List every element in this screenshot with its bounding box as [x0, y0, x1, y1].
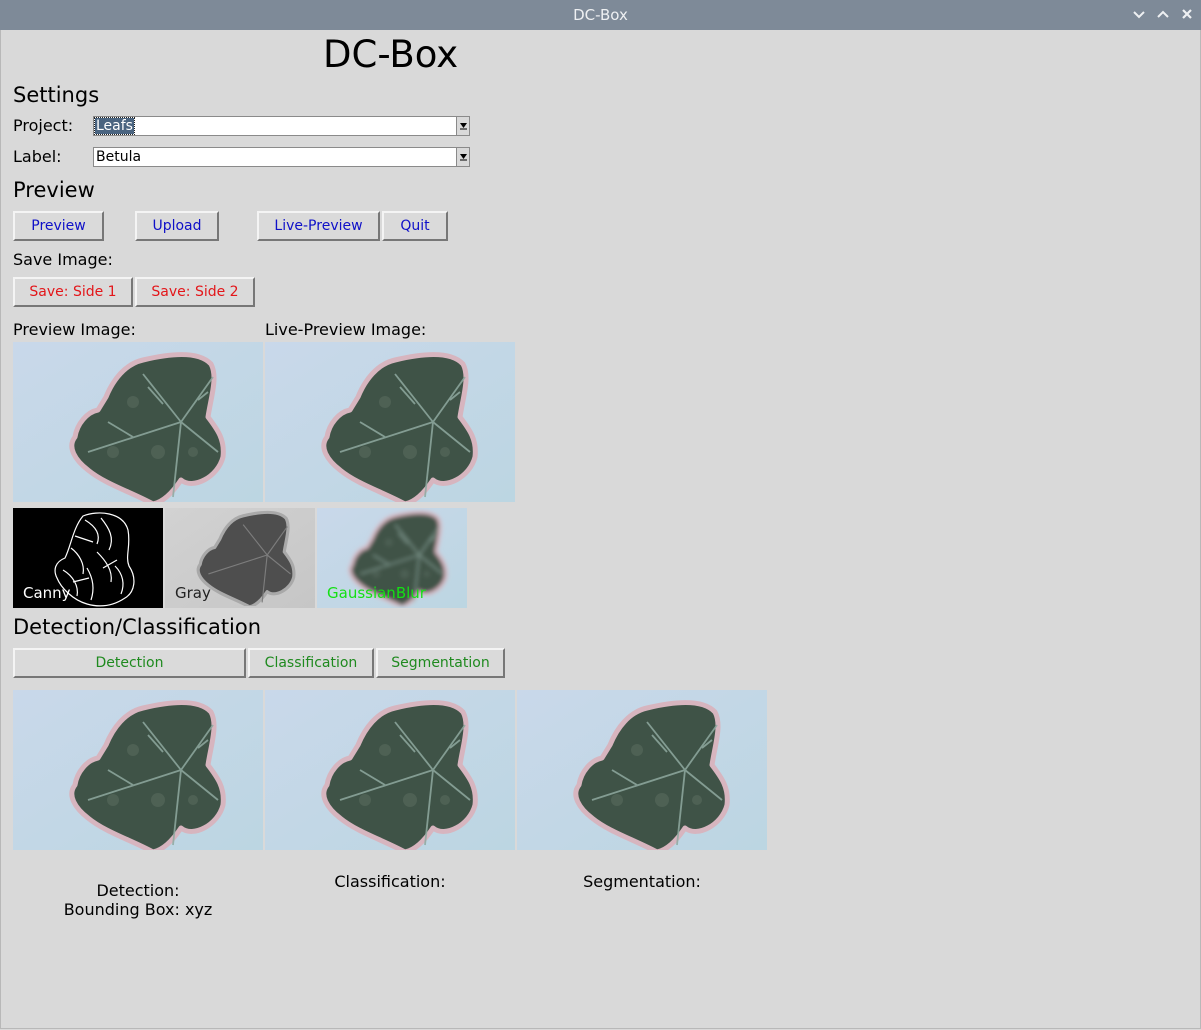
save-side2-button[interactable]: Save: Side 2	[135, 277, 255, 307]
minimize-icon[interactable]	[1130, 5, 1148, 23]
preview-button[interactable]: Preview	[13, 211, 104, 241]
preview-image-label: Preview Image:	[13, 320, 136, 339]
chevron-down-icon[interactable]	[456, 117, 469, 135]
detection-image	[13, 690, 263, 850]
detection-heading: Detection/Classification	[13, 615, 262, 639]
window-titlebar[interactable]: DC-Box	[0, 0, 1201, 30]
live-preview-image-label: Live-Preview Image:	[265, 320, 427, 339]
chevron-down-icon[interactable]	[456, 148, 469, 166]
settings-heading: Settings	[13, 83, 100, 107]
canny-label: Canny	[23, 584, 71, 602]
save-side1-button[interactable]: Save: Side 1	[13, 277, 133, 307]
bounding-box-value: Bounding Box: xyz	[63, 900, 213, 919]
live-preview-button[interactable]: Live-Preview	[257, 211, 380, 241]
label-combobox[interactable]: Betula	[93, 147, 470, 167]
maximize-icon[interactable]	[1154, 5, 1172, 23]
app-window: DC-Box Settings Project: Leafs Label: Be…	[0, 30, 1201, 1029]
gaussian-blur-filter-image: GaussianBlur	[317, 508, 467, 608]
save-image-label: Save Image:	[13, 250, 113, 269]
detection-result-label: Detection:	[96, 881, 180, 900]
classification-image	[265, 690, 515, 850]
classification-result-label: Classification:	[334, 872, 446, 891]
app-title: DC-Box	[323, 33, 459, 76]
live-preview-image	[265, 342, 515, 502]
segmentation-result-label: Segmentation:	[583, 872, 701, 891]
gray-filter-image: Gray	[165, 508, 315, 608]
preview-heading: Preview	[13, 178, 95, 202]
segmentation-button[interactable]: Segmentation	[376, 648, 505, 678]
gray-label: Gray	[175, 584, 211, 602]
window-title: DC-Box	[573, 6, 628, 24]
close-icon[interactable]	[1178, 5, 1196, 23]
label-label: Label:	[13, 147, 62, 166]
segmentation-image	[517, 690, 767, 850]
upload-button[interactable]: Upload	[135, 211, 219, 241]
label-value: Betula	[96, 149, 142, 165]
canny-filter-image: Canny	[13, 508, 163, 608]
project-label: Project:	[13, 116, 74, 135]
project-value: Leafs	[94, 117, 135, 135]
classification-button[interactable]: Classification	[248, 648, 374, 678]
gaussian-blur-label: GaussianBlur	[327, 584, 426, 602]
project-combobox[interactable]: Leafs	[93, 116, 470, 136]
preview-image	[13, 342, 263, 502]
detection-button[interactable]: Detection	[13, 648, 246, 678]
quit-button[interactable]: Quit	[382, 211, 448, 241]
